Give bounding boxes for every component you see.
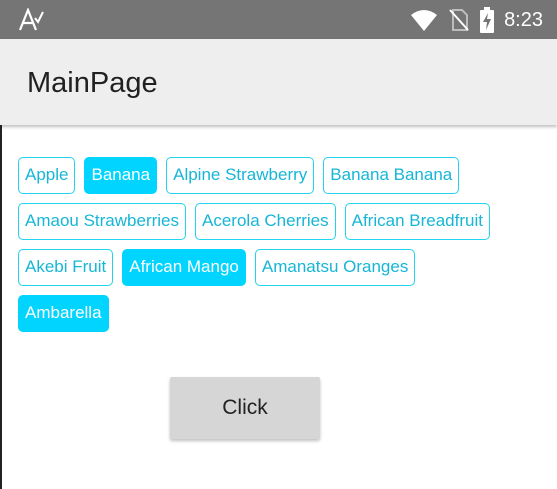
chip-amaou-strawberries[interactable]: Amaou Strawberries bbox=[18, 203, 187, 240]
no-sim-icon bbox=[449, 9, 469, 31]
autofill-a-icon bbox=[18, 8, 44, 31]
status-bar: 8:23 bbox=[0, 0, 557, 39]
chip-acerola-cherries[interactable]: Acerola Cherries bbox=[195, 203, 336, 240]
chip-group: Apple Banana Alpine Strawberry Banana Ba… bbox=[18, 157, 548, 341]
page-title: MainPage bbox=[27, 67, 158, 99]
chip-row: Amaou Strawberries Acerola Cherries Afri… bbox=[18, 203, 548, 240]
status-time: 8:23 bbox=[504, 9, 543, 31]
chip-apple[interactable]: Apple bbox=[18, 157, 76, 194]
battery-charging-icon bbox=[480, 7, 495, 33]
chip-row: Apple Banana Alpine Strawberry Banana Ba… bbox=[18, 157, 548, 194]
chip-amanatsu-oranges[interactable]: Amanatsu Oranges bbox=[254, 249, 416, 286]
chip-akebi-fruit[interactable]: Akebi Fruit bbox=[18, 249, 114, 286]
status-icons: 8:23 bbox=[410, 6, 543, 34]
app-bar: MainPage bbox=[0, 39, 557, 125]
chip-row: Akebi Fruit African Mango Amanatsu Orang… bbox=[18, 249, 548, 286]
chip-ambarella[interactable]: Ambarella bbox=[18, 295, 109, 332]
chip-alpine-strawberry[interactable]: Alpine Strawberry bbox=[166, 157, 315, 194]
chip-banana-banana[interactable]: Banana Banana bbox=[323, 157, 460, 194]
chip-african-mango[interactable]: African Mango bbox=[122, 249, 246, 286]
chip-row: Ambarella bbox=[18, 295, 548, 332]
chip-african-breadfruit[interactable]: African Breadfruit bbox=[344, 203, 490, 240]
window-edge bbox=[0, 125, 2, 489]
click-button[interactable]: Click bbox=[170, 377, 320, 439]
wifi-icon bbox=[411, 10, 438, 31]
chip-banana[interactable]: Banana bbox=[84, 157, 158, 194]
